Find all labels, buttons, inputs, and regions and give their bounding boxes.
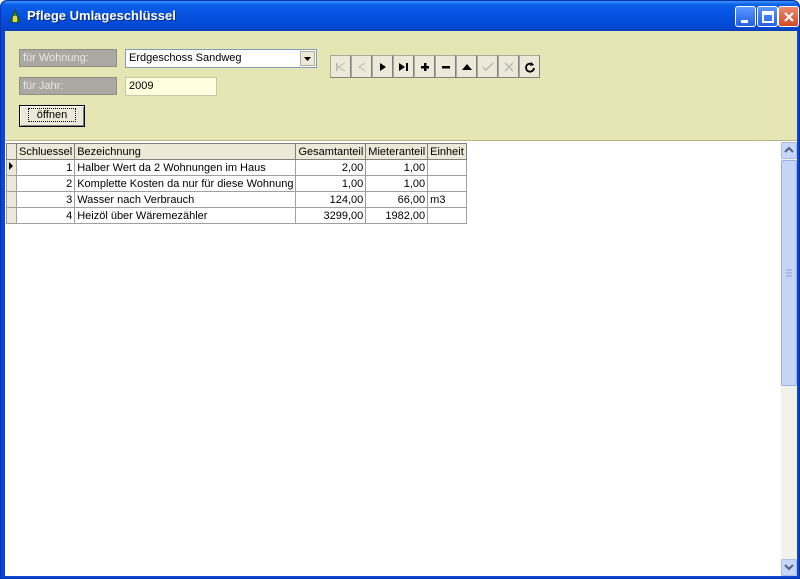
cell-bezeichnung[interactable]: Komplette Kosten da nur für diese Wohnun… bbox=[74, 175, 297, 192]
minus-icon bbox=[441, 65, 450, 68]
column-header-bezeichnung[interactable]: Bezeichnung bbox=[74, 143, 297, 160]
nav-refresh-button[interactable] bbox=[519, 55, 540, 78]
cell-schluessel[interactable]: 4 bbox=[15, 207, 76, 224]
minimize-icon bbox=[741, 20, 748, 23]
scroll-thumb[interactable] bbox=[781, 160, 797, 386]
cell-mieteranteil[interactable]: 1,00 bbox=[365, 175, 429, 192]
cell-schluessel[interactable]: 1 bbox=[15, 159, 76, 176]
refresh-icon bbox=[524, 61, 535, 73]
cell-schluessel[interactable]: 2 bbox=[15, 175, 76, 192]
cell-einheit[interactable] bbox=[427, 159, 467, 176]
app-window: Pflege Umlageschlüssel für Wohnung: Erdg… bbox=[0, 0, 800, 579]
chevron-up-icon bbox=[784, 146, 794, 153]
maximize-button[interactable] bbox=[757, 6, 778, 27]
filter-panel: für Wohnung: Erdgeschoss Sandweg für Jah… bbox=[5, 31, 797, 141]
cell-schluessel[interactable]: 3 bbox=[15, 191, 76, 208]
jahr-input[interactable]: 2009 bbox=[125, 77, 217, 96]
cell-einheit[interactable] bbox=[427, 207, 467, 224]
dropdown-arrow-button[interactable] bbox=[300, 51, 315, 66]
row-indicator bbox=[6, 207, 17, 224]
chevron-down-icon bbox=[784, 564, 794, 571]
cell-einheit[interactable]: m3 bbox=[427, 191, 467, 208]
minimize-button[interactable] bbox=[735, 6, 756, 27]
last-record-icon bbox=[398, 62, 408, 71]
cell-gesamtanteil[interactable]: 2,00 bbox=[295, 159, 367, 176]
cell-einheit[interactable] bbox=[427, 175, 467, 192]
chevron-down-icon bbox=[304, 57, 311, 61]
checkmark-icon bbox=[481, 61, 494, 71]
vertical-scrollbar[interactable] bbox=[781, 142, 797, 576]
column-header-gesamtanteil[interactable]: Gesamtanteil bbox=[295, 143, 367, 160]
nav-post-button[interactable] bbox=[477, 55, 498, 78]
cell-bezeichnung[interactable]: Wasser nach Verbrauch bbox=[74, 191, 297, 208]
open-button[interactable]: öffnen bbox=[19, 105, 85, 127]
nav-prior-button[interactable] bbox=[351, 55, 372, 78]
wohnung-select-value: Erdgeschoss Sandweg bbox=[129, 52, 242, 64]
cell-gesamtanteil[interactable]: 124,00 bbox=[295, 191, 367, 208]
nav-insert-button[interactable] bbox=[414, 55, 435, 78]
grid-table: Schluessel Bezeichnung Gesamtanteil Miet… bbox=[6, 143, 467, 224]
app-icon bbox=[9, 8, 21, 23]
nav-cancel-button[interactable] bbox=[498, 55, 519, 78]
table-row[interactable]: 1 Halber Wert da 2 Wohnungen im Haus 2,0… bbox=[6, 159, 467, 176]
column-header-einheit[interactable]: Einheit bbox=[427, 143, 467, 160]
row-indicator bbox=[6, 191, 17, 208]
nav-next-button[interactable] bbox=[372, 55, 393, 78]
maximize-icon bbox=[762, 11, 774, 23]
db-navigator bbox=[330, 55, 540, 78]
data-grid[interactable]: Schluessel Bezeichnung Gesamtanteil Miet… bbox=[5, 142, 781, 576]
nav-edit-button[interactable] bbox=[456, 55, 477, 78]
close-icon bbox=[784, 12, 794, 22]
column-header-schluessel[interactable]: Schluessel bbox=[15, 143, 76, 160]
title-bar[interactable]: Pflege Umlageschlüssel bbox=[1, 1, 799, 31]
nav-delete-button[interactable] bbox=[435, 55, 456, 78]
nav-last-button[interactable] bbox=[393, 55, 414, 78]
cross-icon bbox=[503, 61, 514, 72]
row-indicator bbox=[6, 159, 17, 176]
cell-mieteranteil[interactable]: 1982,00 bbox=[365, 207, 429, 224]
cell-mieteranteil[interactable]: 1,00 bbox=[365, 159, 429, 176]
table-row[interactable]: 3 Wasser nach Verbrauch 124,00 66,00 m3 bbox=[6, 191, 467, 208]
close-button[interactable] bbox=[778, 6, 799, 27]
client-area: für Wohnung: Erdgeschoss Sandweg für Jah… bbox=[5, 31, 797, 576]
prior-record-icon bbox=[357, 62, 365, 71]
wohnung-label: für Wohnung: bbox=[19, 49, 117, 67]
cell-mieteranteil[interactable]: 66,00 bbox=[365, 191, 429, 208]
table-row[interactable]: 2 Komplette Kosten da nur für diese Wohn… bbox=[6, 175, 467, 192]
indicator-header bbox=[6, 143, 17, 160]
window-title: Pflege Umlageschlüssel bbox=[27, 8, 176, 23]
triangle-up-icon bbox=[461, 63, 472, 70]
first-record-icon bbox=[335, 62, 345, 71]
next-record-icon bbox=[379, 62, 386, 71]
plus-icon bbox=[420, 62, 429, 71]
open-button-label: öffnen bbox=[27, 108, 77, 122]
row-indicator bbox=[6, 175, 17, 192]
scroll-down-button[interactable] bbox=[781, 559, 797, 576]
cell-bezeichnung[interactable]: Heizöl über Wäremezähler bbox=[74, 207, 297, 224]
scroll-up-button[interactable] bbox=[781, 142, 797, 159]
grid-header-row: Schluessel Bezeichnung Gesamtanteil Miet… bbox=[6, 143, 467, 160]
cell-gesamtanteil[interactable]: 3299,00 bbox=[295, 207, 367, 224]
wohnung-select[interactable]: Erdgeschoss Sandweg bbox=[125, 49, 317, 68]
column-header-mieteranteil[interactable]: Mieteranteil bbox=[365, 143, 429, 160]
nav-first-button[interactable] bbox=[330, 55, 351, 78]
jahr-label: für Jahr: bbox=[19, 77, 117, 95]
cell-gesamtanteil[interactable]: 1,00 bbox=[295, 175, 367, 192]
grip-icon bbox=[786, 269, 792, 277]
cell-bezeichnung[interactable]: Halber Wert da 2 Wohnungen im Haus bbox=[74, 159, 297, 176]
table-row[interactable]: 4 Heizöl über Wäremezähler 3299,00 1982,… bbox=[6, 207, 467, 224]
current-row-arrow-icon bbox=[9, 162, 13, 170]
